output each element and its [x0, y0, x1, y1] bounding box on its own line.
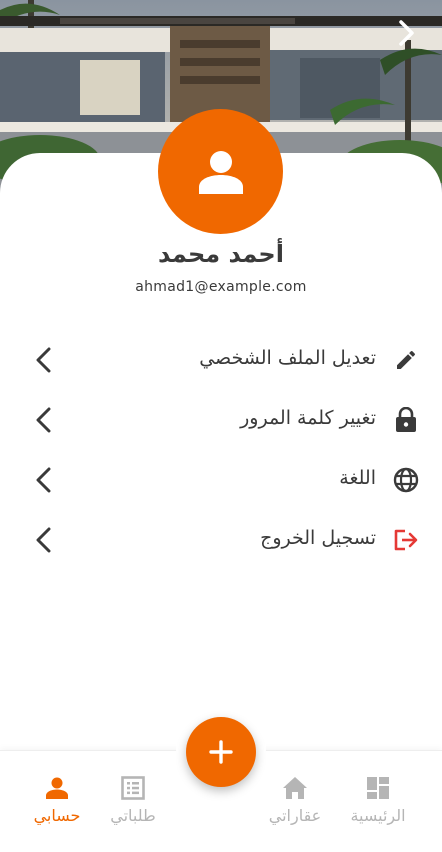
- person-icon: [198, 150, 243, 194]
- add-property-button[interactable]: [186, 717, 256, 787]
- nav-item-home[interactable]: الرئيسية: [338, 775, 418, 831]
- nav-item-label: عقاراتي: [268, 806, 322, 825]
- chevron-left-icon: [32, 406, 56, 434]
- menu-item-label: تعديل الملف الشخصي: [199, 347, 376, 369]
- nav-item-my-account[interactable]: حسابي: [17, 775, 97, 831]
- plus-icon: [209, 740, 233, 764]
- menu-item-label: تسجيل الخروج: [260, 527, 376, 549]
- avatar: [158, 109, 283, 234]
- chevron-left-icon: [32, 346, 56, 374]
- menu-item-change-password[interactable]: تغيير كلمة المرور: [0, 394, 442, 446]
- chevron-left-icon: [32, 466, 56, 494]
- chevron-right-icon: [399, 20, 414, 46]
- user-email: ahmad1@example.com: [135, 279, 307, 295]
- nav-item-my-requests[interactable]: طلباتي: [93, 775, 173, 831]
- nav-item-label: حسابي: [33, 806, 81, 825]
- lock-icon: [392, 406, 420, 434]
- menu-item-label: تغيير كلمة المرور: [240, 407, 376, 429]
- user-name: أحمد محمد: [158, 240, 284, 268]
- menu-item-language[interactable]: اللغة: [0, 454, 442, 506]
- person-icon: [44, 775, 70, 801]
- nav-item-label: طلباتي: [110, 806, 156, 825]
- chevron-left-icon: [32, 526, 56, 554]
- menu-item-logout[interactable]: تسجيل الخروج: [0, 514, 442, 566]
- dashboard-icon: [365, 775, 391, 801]
- home-icon: [282, 775, 308, 801]
- back-button[interactable]: [392, 18, 422, 48]
- menu-item-label: اللغة: [339, 467, 376, 489]
- nav-item-label: الرئيسية: [350, 806, 406, 825]
- list-icon: [120, 775, 146, 801]
- logout-icon: [392, 526, 420, 554]
- pencil-icon: [392, 346, 420, 374]
- nav-item-my-properties[interactable]: عقاراتي: [255, 775, 335, 831]
- globe-icon: [392, 466, 420, 494]
- menu-item-edit-profile[interactable]: تعديل الملف الشخصي: [0, 334, 442, 386]
